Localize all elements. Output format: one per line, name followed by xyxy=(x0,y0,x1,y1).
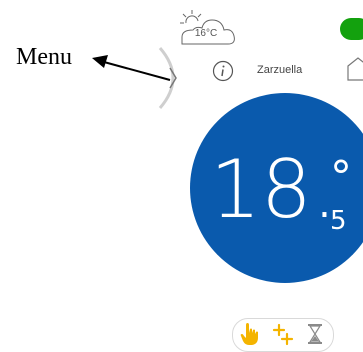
hourglass-icon[interactable] xyxy=(304,322,326,346)
temperature-value: 18. xyxy=(210,143,338,236)
heating-toggle[interactable] xyxy=(340,18,363,40)
weather-temperature: 16°C xyxy=(194,28,218,39)
plus-icon[interactable] xyxy=(272,322,294,346)
cloud-sun-icon xyxy=(180,10,235,45)
home-icon[interactable] xyxy=(346,56,363,82)
annotation-menu-label: Menu xyxy=(16,44,72,70)
location-name: Zarzuella xyxy=(257,64,303,76)
info-icon[interactable] xyxy=(212,60,234,82)
menu-handle-button[interactable] xyxy=(158,46,188,110)
temperature-decimal: 5 xyxy=(330,206,347,236)
temperature-degree-symbol: ° xyxy=(330,152,352,203)
hand-icon[interactable] xyxy=(238,322,260,346)
